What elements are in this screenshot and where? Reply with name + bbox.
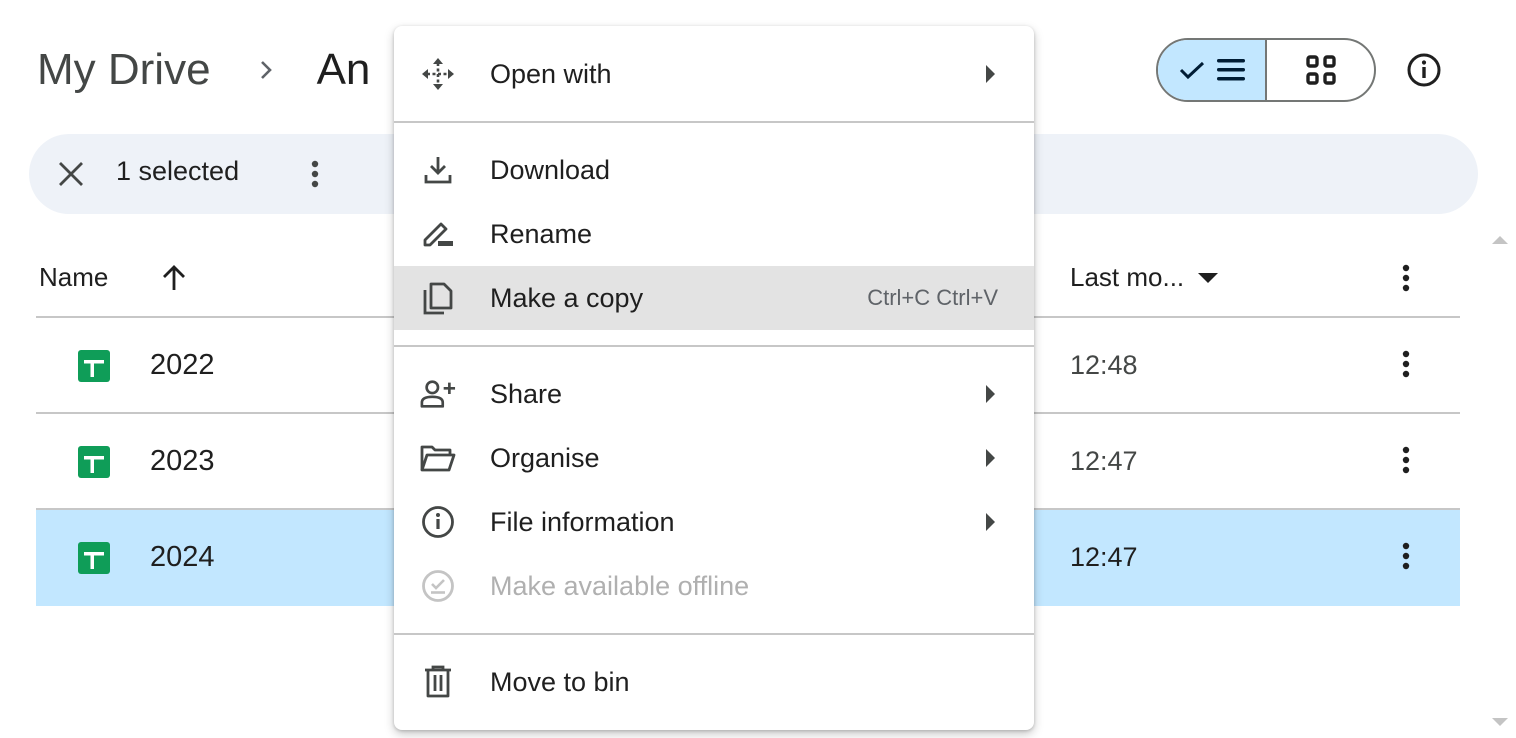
submenu-arrow-icon bbox=[986, 65, 995, 83]
clear-selection-button[interactable] bbox=[51, 154, 91, 194]
caret-down-icon bbox=[1198, 272, 1219, 283]
grid-icon bbox=[1305, 55, 1336, 85]
grid-view-button[interactable] bbox=[1267, 40, 1374, 100]
more-vertical-icon bbox=[1402, 542, 1410, 570]
arrow-up-icon bbox=[163, 265, 185, 290]
last-modified: 12:47 bbox=[1070, 542, 1138, 572]
list-view-button[interactable] bbox=[1158, 40, 1267, 100]
row-more-actions-button[interactable] bbox=[1388, 344, 1424, 384]
column-options-button[interactable] bbox=[1388, 258, 1424, 298]
menu-item-organise[interactable]: Organise bbox=[394, 426, 1034, 490]
menu-item-label: Share bbox=[490, 378, 563, 409]
list-icon bbox=[1216, 59, 1245, 81]
info-icon bbox=[420, 504, 456, 540]
file-name: 2023 bbox=[150, 445, 215, 477]
download-icon bbox=[420, 152, 456, 188]
menu-divider bbox=[394, 106, 1034, 138]
scroll-up-arrow[interactable] bbox=[1492, 236, 1508, 244]
menu-item-label: Download bbox=[490, 154, 611, 185]
more-vertical-icon bbox=[1402, 264, 1410, 292]
file-name: 2024 bbox=[150, 541, 215, 573]
last-modified: 12:47 bbox=[1070, 446, 1138, 476]
sheets-file-icon bbox=[78, 446, 110, 478]
copy-icon bbox=[420, 280, 456, 316]
submenu-arrow-icon bbox=[986, 513, 995, 531]
breadcrumb-current-folder[interactable]: An bbox=[317, 45, 371, 95]
menu-item-share[interactable]: Share bbox=[394, 362, 1034, 426]
menu-divider bbox=[394, 618, 1034, 650]
submenu-arrow-icon bbox=[986, 385, 995, 403]
more-vertical-icon bbox=[1402, 446, 1410, 474]
file-name: 2022 bbox=[150, 349, 215, 381]
view-toggle bbox=[1156, 38, 1376, 102]
selection-more-actions-button[interactable] bbox=[295, 154, 335, 194]
last-modified: 12:48 bbox=[1070, 350, 1138, 380]
drive-page: My Drive An 1 selected Name Last mo... 2… bbox=[0, 0, 1516, 738]
menu-item-file-information[interactable]: File information bbox=[394, 490, 1034, 554]
rename-icon bbox=[420, 216, 456, 252]
menu-item-make-a-copy[interactable]: Make a copy Ctrl+C Ctrl+V bbox=[394, 266, 1034, 330]
submenu-arrow-icon bbox=[986, 449, 995, 467]
menu-item-label: File information bbox=[490, 506, 675, 537]
scroll-down-arrow[interactable] bbox=[1492, 718, 1508, 726]
folder-icon bbox=[420, 440, 456, 476]
more-vertical-icon bbox=[311, 160, 319, 188]
menu-item-label: Rename bbox=[490, 218, 593, 249]
chevron-right-icon bbox=[255, 59, 277, 81]
menu-item-rename[interactable]: Rename bbox=[394, 202, 1034, 266]
share-icon bbox=[420, 376, 456, 412]
menu-item-label: Make a copy bbox=[490, 282, 644, 313]
context-menu: Open with Download Rename Make a copy Ct… bbox=[394, 26, 1034, 730]
menu-divider bbox=[394, 330, 1034, 362]
row-more-actions-button[interactable] bbox=[1388, 536, 1424, 576]
sheets-file-icon bbox=[78, 350, 110, 382]
selected-count: 1 selected bbox=[116, 156, 240, 186]
info-icon bbox=[1407, 53, 1441, 87]
sheets-file-icon bbox=[78, 542, 110, 574]
more-vertical-icon bbox=[1402, 350, 1410, 378]
checkmark-icon bbox=[1179, 61, 1204, 80]
menu-item-download[interactable]: Download bbox=[394, 138, 1034, 202]
menu-item-label: Open with bbox=[490, 58, 612, 89]
column-header-name[interactable]: Name bbox=[39, 262, 108, 293]
menu-item-make-available-offline: Make available offline bbox=[394, 554, 1034, 618]
open-with-icon bbox=[420, 56, 456, 92]
menu-item-label: Organise bbox=[490, 442, 600, 473]
menu-item-open-with[interactable]: Open with bbox=[394, 42, 1034, 106]
menu-item-label: Make available offline bbox=[490, 570, 750, 601]
menu-item-move-to-bin[interactable]: Move to bin bbox=[394, 650, 1034, 714]
row-more-actions-button[interactable] bbox=[1388, 440, 1424, 480]
close-icon bbox=[59, 162, 83, 186]
keyboard-shortcut: Ctrl+C Ctrl+V bbox=[867, 285, 998, 310]
details-info-button[interactable] bbox=[1400, 46, 1448, 94]
offline-icon bbox=[420, 568, 456, 604]
breadcrumb: My Drive An bbox=[37, 40, 370, 100]
column-header-last-modified[interactable]: Last mo... bbox=[1070, 262, 1219, 293]
menu-item-label: Move to bin bbox=[490, 666, 630, 697]
trash-icon bbox=[420, 664, 456, 700]
sort-direction-button[interactable] bbox=[156, 260, 192, 296]
last-modified-label: Last mo... bbox=[1070, 262, 1185, 292]
breadcrumb-my-drive[interactable]: My Drive bbox=[37, 45, 211, 95]
